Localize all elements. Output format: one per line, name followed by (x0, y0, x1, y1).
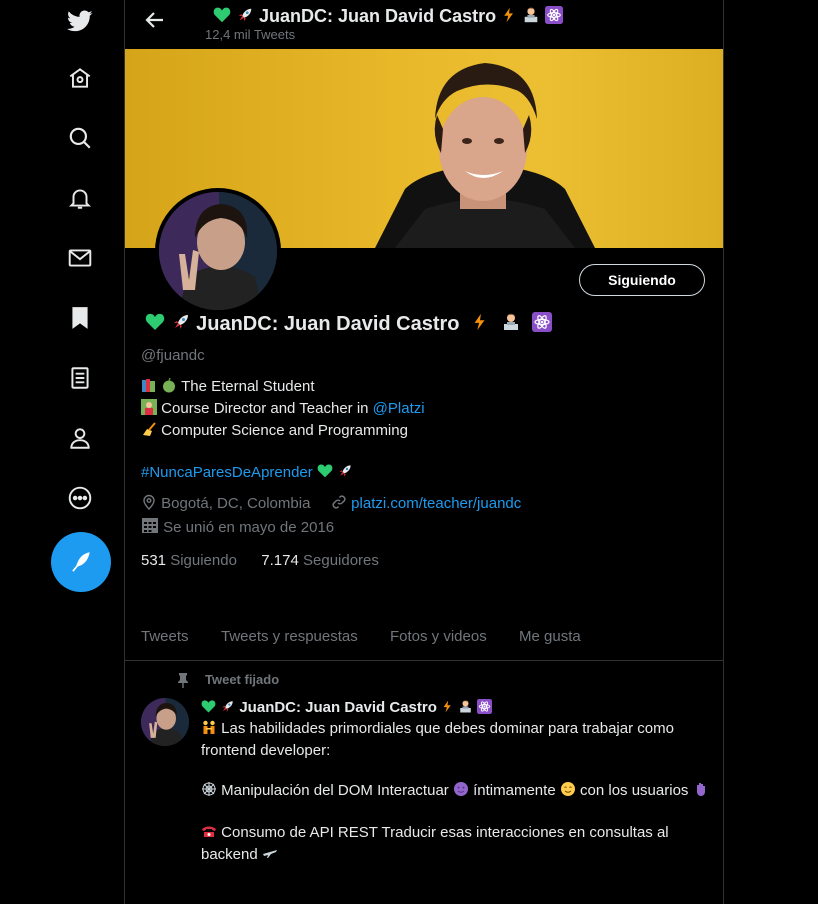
followers-count: 7.174 (261, 552, 299, 569)
smiling-face-purple-icon (453, 781, 469, 803)
header-title-row: JuanDC: Juan David Castro (213, 6, 564, 29)
tweet-line-2a: Manipulación del DOM Interactuar (221, 782, 449, 799)
hashtag-link[interactable]: #NuncaParesDeAprender (141, 464, 313, 481)
profile-stats: 531 Siguiendo 7.174 Seguidores (141, 552, 379, 569)
compose-tweet-icon (72, 552, 90, 572)
atom-icon (477, 699, 493, 718)
profile-website[interactable]: platzi.com/teacher/juandc (331, 494, 521, 514)
joined-text: Se unió en mayo de 2016 (163, 519, 335, 536)
tweet-line-1: Las habilidades primordiales que debes d… (201, 720, 679, 759)
tab-media[interactable]: Fotos y videos (390, 628, 487, 645)
twitter-logo-icon[interactable] (56, 0, 104, 45)
green-heart-icon (145, 312, 165, 338)
profile-display-name: JuanDC: Juan David Castro (196, 313, 460, 335)
following-label: Siguiendo (170, 552, 237, 569)
books-icon (141, 377, 157, 399)
followers-label: Seguidores (303, 552, 379, 569)
profile-display-name-row: JuanDC: Juan David Castro (145, 312, 553, 338)
rocket-icon (337, 463, 353, 485)
pin-icon (175, 672, 191, 693)
green-heart-icon (201, 699, 216, 718)
website-link[interactable]: platzi.com/teacher/juandc (351, 495, 521, 512)
more-icon[interactable] (56, 474, 104, 522)
rocket-icon (236, 6, 254, 29)
header-name: JuanDC: Juan David Castro (259, 6, 497, 26)
atom-icon (532, 312, 553, 338)
green-heart-icon (317, 463, 333, 485)
tweet-author-row[interactable]: JuanDC: Juan David Castro (201, 699, 493, 718)
lists-icon[interactable] (56, 354, 104, 402)
telephone-icon (201, 823, 217, 845)
lightning-icon (501, 6, 517, 29)
following-stat[interactable]: 531 Siguiendo (141, 552, 237, 569)
airplane-icon (262, 845, 278, 867)
profile-avatar[interactable] (155, 188, 281, 314)
rocket-icon (171, 312, 191, 338)
home-icon[interactable] (56, 54, 104, 102)
followers-stat[interactable]: 7.174 Seguidores (261, 552, 379, 569)
header-tweet-count: 12,4 mil Tweets (205, 27, 296, 42)
profile-location: Bogotá, DC, Colombia (141, 494, 310, 514)
green-heart-icon (213, 6, 231, 29)
spider-web-icon (201, 781, 217, 803)
calendar-icon (141, 516, 159, 538)
bio-line-1: The Eternal Student (181, 378, 315, 395)
bio-line-2: Course Director and Teacher in (161, 400, 373, 417)
tab-tweets-and-replies[interactable]: Tweets y respuestas (221, 628, 358, 645)
writing-hand-icon (141, 421, 157, 443)
green-apple-icon (161, 377, 177, 399)
location-text: Bogotá, DC, Colombia (161, 495, 311, 512)
profile-icon[interactable] (56, 414, 104, 462)
technologist-icon (522, 6, 540, 29)
lightning-icon (471, 312, 489, 338)
explore-icon[interactable] (56, 114, 104, 162)
lightning-icon (441, 699, 454, 718)
profile-bio: The Eternal Student Course Director and … (141, 377, 425, 485)
tweet-text: Las habilidades primordiales que debes d… (201, 719, 711, 867)
technologist-icon (501, 312, 521, 338)
profile-joined: Se unió en mayo de 2016 (141, 516, 334, 538)
rocket-icon (220, 699, 235, 718)
smiling-face-icon (560, 781, 576, 803)
location-pin-icon (141, 494, 157, 514)
bio-line-3: Computer Science and Programming (161, 422, 408, 439)
pinned-label: Tweet fijado (205, 672, 280, 687)
atom-icon (545, 6, 564, 29)
teacher-icon (141, 399, 157, 421)
profile-handle: @fjuandc (141, 347, 205, 364)
platzi-mention-link[interactable]: @Platzi (373, 400, 425, 417)
following-button[interactable]: Siguiendo (579, 264, 705, 296)
link-icon (331, 494, 347, 514)
tweet-author-name: JuanDC: Juan David Castro (239, 699, 437, 716)
back-button[interactable] (143, 8, 169, 34)
tabs-divider (125, 660, 723, 661)
tweet-author-avatar[interactable] (141, 698, 189, 746)
people-holding-hands-icon (201, 719, 217, 741)
tab-likes[interactable]: Me gusta (519, 628, 581, 645)
hand-icon (693, 781, 709, 803)
profile-column: JuanDC: Juan David Castro 12,4 mil Tweet… (124, 0, 724, 904)
tab-tweets[interactable]: Tweets (141, 628, 189, 645)
messages-icon[interactable] (56, 234, 104, 282)
tweet-line-2c: con los usuarios (580, 782, 689, 799)
following-count: 531 (141, 552, 167, 569)
bookmarks-icon[interactable] (56, 294, 104, 342)
avatar-photo-small (141, 698, 189, 746)
avatar-photo (159, 192, 277, 310)
notifications-icon[interactable] (56, 174, 104, 222)
tweet-line-2b: íntimamente (473, 782, 556, 799)
back-arrow-icon (145, 12, 163, 28)
technologist-icon (458, 699, 473, 718)
compose-tweet-button[interactable] (51, 532, 111, 592)
